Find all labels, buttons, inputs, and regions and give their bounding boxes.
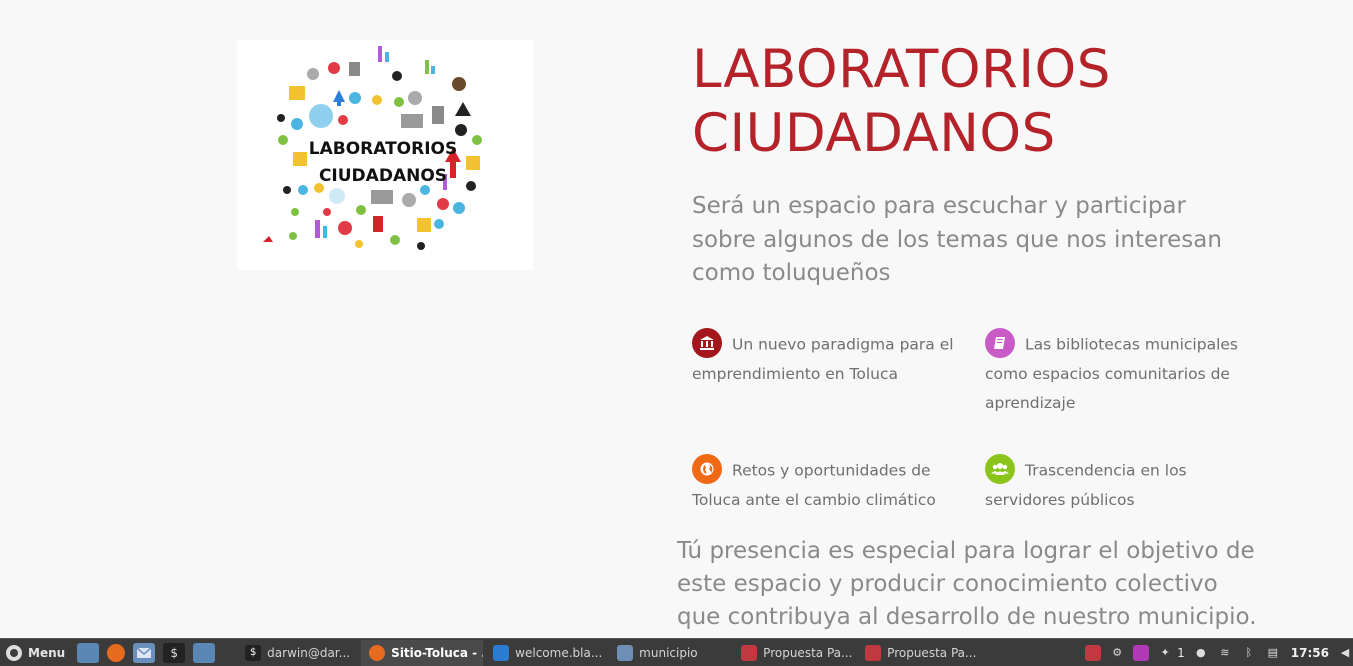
laboratorios-logo-image: LABORATORIOS CIUDADANOS	[237, 40, 533, 270]
notification-icon[interactable]: ✦	[1157, 645, 1173, 661]
closing-paragraph: Tú presencia es especial para lograr el …	[677, 538, 1257, 630]
globe-icon	[692, 454, 722, 484]
document-viewer-icon	[865, 644, 882, 661]
page-title-line2: CIUDADANOS	[692, 103, 1056, 164]
feature-item: Un nuevo paradigma para el emprendimient…	[692, 328, 957, 389]
tray-package-icon[interactable]	[1133, 644, 1150, 661]
volume-icon[interactable]: ◀	[1337, 645, 1353, 661]
user-icon[interactable]: ●	[1193, 645, 1209, 661]
mail-launcher-icon[interactable]	[133, 642, 156, 663]
start-menu-button[interactable]: Menu	[0, 644, 73, 661]
firefox-launcher-icon[interactable]	[107, 643, 126, 662]
logo-icon-collage: LABORATORIOS CIUDADANOS	[263, 46, 491, 264]
menu-icon	[6, 644, 22, 661]
feature-text: Trascendencia en los servidores públicos	[985, 461, 1187, 510]
bank-icon	[692, 328, 722, 358]
menu-label: Menu	[28, 645, 66, 660]
firefox-icon	[369, 644, 386, 661]
page-title: LABORATORIOS CIUDADANOS	[692, 38, 1111, 166]
lead-paragraph: Será un espacio para escuchar y particip…	[692, 193, 1222, 286]
task-vscode[interactable]: welcome.bla...	[485, 640, 607, 666]
notification-count: 1	[1177, 645, 1185, 660]
task-label: welcome.bla...	[515, 645, 603, 660]
clipboard-icon[interactable]: ▤	[1265, 645, 1281, 661]
vscode-icon	[493, 644, 510, 661]
feature-item: Trascendencia en los servidores públicos	[985, 454, 1250, 515]
task-folder[interactable]: municipio	[609, 640, 731, 666]
tray-network-manager-icon[interactable]: ⚙	[1109, 645, 1125, 661]
show-desktop-icon[interactable]	[77, 642, 100, 663]
terminal-launcher-icon[interactable]: $	[163, 642, 186, 663]
task-label: municipio	[639, 645, 698, 660]
book-icon	[985, 328, 1015, 358]
logo-text-line1: LABORATORIOS	[309, 139, 457, 159]
wifi-icon[interactable]: ≋	[1217, 645, 1233, 661]
files-launcher-icon[interactable]	[193, 642, 216, 663]
task-document-1[interactable]: Propuesta Pa...	[733, 640, 855, 666]
feature-text: Las bibliotecas municipales como espacio…	[985, 335, 1238, 412]
folder-icon	[617, 644, 634, 661]
task-document-2[interactable]: Propuesta Pa...	[857, 640, 979, 666]
terminal-icon: $	[245, 644, 262, 661]
task-firefox[interactable]: Sitio-Toluca - ...	[361, 639, 484, 666]
clock[interactable]: 17:56	[1291, 646, 1329, 660]
logo-text-line2: CIUDADANOS	[319, 166, 447, 186]
tray-app-icon[interactable]	[1085, 644, 1102, 661]
feature-text: Un nuevo paradigma para el emprendimient…	[692, 335, 954, 384]
document-viewer-icon	[741, 644, 758, 661]
task-label: Propuesta Pa...	[887, 645, 977, 660]
feature-item: Las bibliotecas municipales como espacio…	[985, 328, 1250, 417]
users-icon	[985, 454, 1015, 484]
task-terminal[interactable]: $ darwin@dar...	[237, 640, 359, 666]
task-label: Propuesta Pa...	[763, 645, 853, 660]
feature-item: Retos y oportunidades de Toluca ante el …	[692, 454, 957, 515]
task-label: Sitio-Toluca - ...	[391, 645, 483, 660]
page-title-line1: LABORATORIOS	[692, 39, 1111, 100]
system-tray: ⚙ ✦ 1 ● ≋ ᛒ ▤ 17:56 ◀	[1081, 644, 1353, 661]
bluetooth-icon[interactable]: ᛒ	[1241, 645, 1257, 661]
feature-text: Retos y oportunidades de Toluca ante el …	[692, 461, 936, 510]
task-label: darwin@dar...	[267, 645, 351, 660]
taskbar: Menu $ $ darwin@dar... Sitio-Toluca - ..…	[0, 638, 1353, 666]
